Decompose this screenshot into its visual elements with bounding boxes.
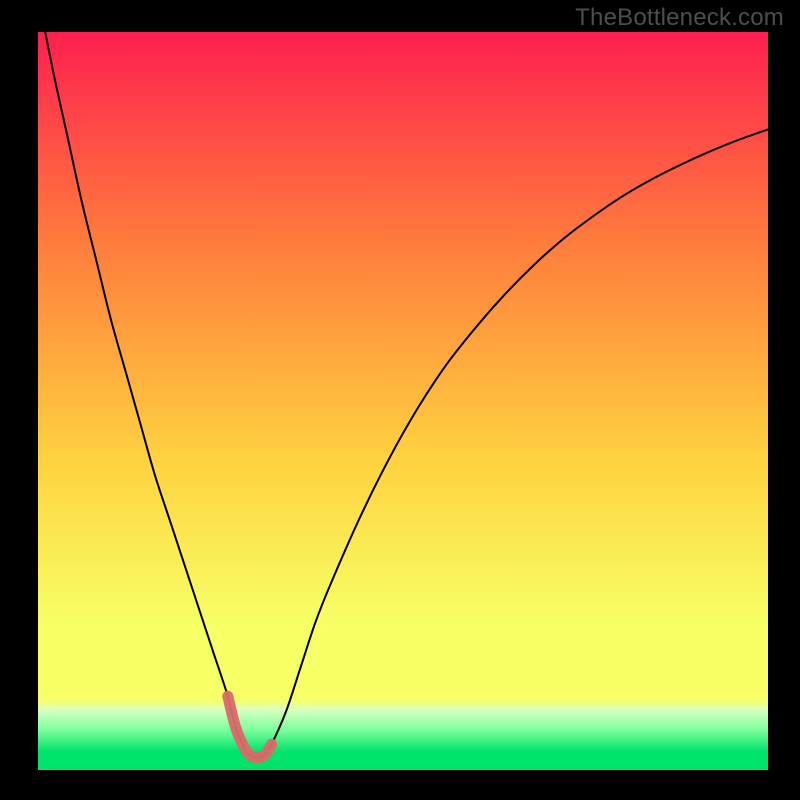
chart-svg	[38, 32, 768, 770]
chart-background	[38, 32, 768, 770]
watermark-label: TheBottleneck.com	[575, 4, 784, 32]
chart-container: TheBottleneck.com	[0, 0, 800, 800]
plot-area	[38, 32, 768, 770]
